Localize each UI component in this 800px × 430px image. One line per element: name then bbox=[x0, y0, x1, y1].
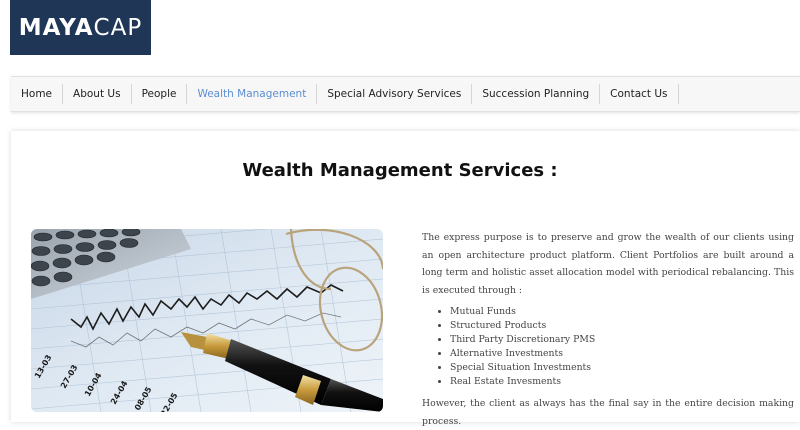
intro-paragraph: The express purpose is to preserve and g… bbox=[422, 232, 794, 296]
list-item: Structured Products bbox=[450, 319, 794, 333]
nav-about-us[interactable]: About Us bbox=[63, 84, 132, 104]
nav-home[interactable]: Home bbox=[11, 84, 64, 104]
finance-chart-pen-glasses-image: 13-03 27-03 10-04 24-04 08-05 22-05 bbox=[31, 229, 383, 412]
services-list: Mutual Funds Structured Products Third P… bbox=[422, 305, 794, 389]
main-nav: Home About Us People Wealth Management S… bbox=[11, 76, 800, 112]
mayacap-logo[interactable]: MAYA CAP bbox=[10, 0, 151, 55]
nav-special-advisory-services[interactable]: Special Advisory Services bbox=[317, 84, 473, 104]
logo-text-cap: CAP bbox=[93, 14, 143, 41]
nav-contact-us[interactable]: Contact Us bbox=[600, 84, 679, 104]
closing-paragraph: However, the client as always has the fi… bbox=[422, 398, 794, 427]
list-item: Mutual Funds bbox=[450, 305, 794, 319]
list-item: Real Estate Invesments bbox=[450, 375, 794, 389]
logo-text-maya: MAYA bbox=[18, 14, 94, 41]
nav-people[interactable]: People bbox=[132, 84, 188, 104]
list-item: Third Party Discretionary PMS bbox=[450, 333, 794, 347]
page-title: Wealth Management Services : bbox=[242, 160, 558, 181]
wealth-management-photo: 13-03 27-03 10-04 24-04 08-05 22-05 bbox=[31, 229, 383, 412]
list-item: Alternative Investments bbox=[450, 347, 794, 361]
list-item: Special Situation Investments bbox=[450, 361, 794, 375]
nav-succession-planning[interactable]: Succession Planning bbox=[472, 84, 601, 104]
services-description: The express purpose is to preserve and g… bbox=[422, 229, 794, 430]
nav-wealth-management[interactable]: Wealth Management bbox=[187, 84, 318, 104]
